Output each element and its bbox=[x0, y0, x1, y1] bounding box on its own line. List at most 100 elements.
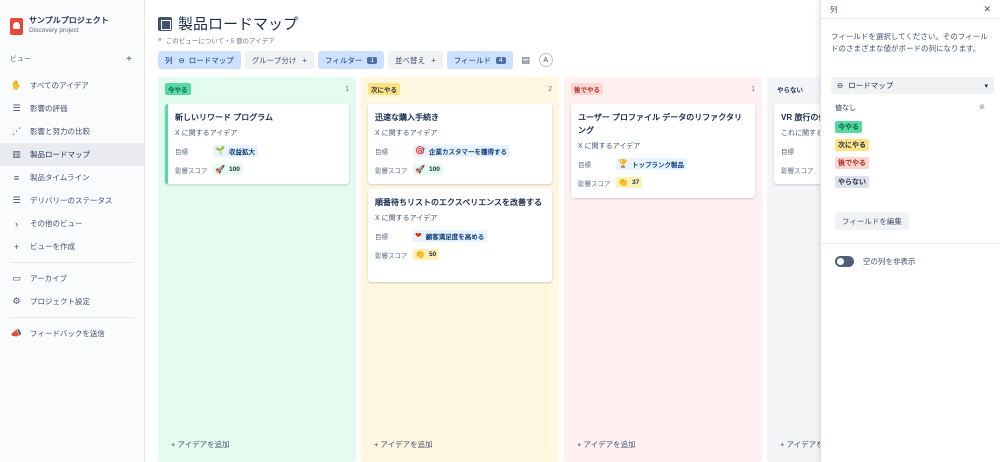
group-by-button[interactable]: グループ分け + bbox=[244, 51, 315, 69]
sidebar-item-impact-vs-effort[interactable]: ⋰ 影響と努力の比較 bbox=[0, 120, 144, 143]
archive-icon: ▭ bbox=[12, 273, 21, 283]
idea-card[interactable]: ユーザー プロファイル データのリファクタリング X に関するアイデア 目標 🏆… bbox=[571, 104, 755, 198]
field-select[interactable]: ⊖ ロードマップ ▾ bbox=[831, 77, 994, 94]
card-subtitle: X に関するアイデア bbox=[375, 215, 438, 222]
board-icon bbox=[158, 16, 172, 31]
board-column-later: 後でやる 1 ユーザー プロファイル データのリファクタリング X に関するアイ… bbox=[564, 77, 762, 462]
idea-card[interactable]: 迅速な購入手続き X に関するアイデア 目標 🎯 企業カスタマーを獲得する 影響ス… bbox=[368, 104, 552, 184]
sidebar-item-feedback[interactable]: 📣 フィードバックを送信 bbox=[0, 322, 144, 345]
column-label-pill: 次にやる bbox=[368, 83, 400, 95]
sidebar-item-other-views[interactable]: › その他のビュー bbox=[0, 212, 144, 235]
goal-label: 目標 bbox=[375, 148, 388, 156]
panel-divider bbox=[821, 243, 1000, 244]
board-column-now: 今やる 1 新しいリワード プログラム X に関するアイデア 目標 🌱 収益拡大 … bbox=[158, 77, 356, 462]
rocket-icon: 🚀 bbox=[215, 165, 225, 174]
column-label-pill: 今やる bbox=[165, 83, 191, 95]
add-view-icon[interactable]: + bbox=[126, 54, 132, 65]
add-idea-button[interactable]: + アイデアを追加 bbox=[374, 439, 433, 450]
goal-tag: 🎯 企業カスタマーを獲得する bbox=[413, 144, 510, 157]
filter-label: フィルター bbox=[325, 55, 363, 65]
timeline-icon: ≡ bbox=[13, 172, 20, 183]
list-icon: ☰ bbox=[12, 103, 21, 113]
sidebar-item-archive[interactable]: ▭ アーカイブ bbox=[0, 267, 144, 290]
hide-empty-columns-toggle[interactable]: 空の列を非表示 bbox=[835, 256, 916, 267]
score-value: 100 bbox=[428, 166, 440, 173]
add-idea-label: アイデアを追加 bbox=[177, 440, 230, 449]
roadmap-icon: ⊖ bbox=[837, 81, 844, 90]
option-next: 次にやる bbox=[835, 139, 869, 151]
close-icon[interactable]: ✕ bbox=[983, 4, 991, 15]
add-idea-label: アイデアを追加 bbox=[786, 440, 820, 449]
idea-card[interactable]: 新しいリワード プログラム X に関するアイデア 目標 🌱 収益拡大 影響スコア … bbox=[165, 104, 349, 184]
option-no-value: 値なし ⊘ bbox=[835, 103, 985, 113]
add-idea-label: アイデアを追加 bbox=[583, 440, 636, 449]
view-info[interactable]: ≡ このビューについて・5 個のアイデア bbox=[158, 35, 275, 46]
add-idea-button[interactable]: + アイデアを追加 bbox=[171, 439, 230, 450]
goal-tag: ❤ 顧客満足度を高める bbox=[413, 229, 488, 242]
group-label: グループ分け bbox=[251, 55, 297, 65]
fields-label: フィールド bbox=[453, 55, 492, 65]
page-title-row: 製品ロードマップ bbox=[158, 13, 298, 34]
card-title: VR 旅行の体 bbox=[781, 113, 820, 122]
filter-button[interactable]: フィルター 1 bbox=[318, 51, 385, 69]
sidebar-divider bbox=[10, 317, 134, 318]
goal-value: 企業カスタマーを獲得する bbox=[428, 148, 507, 156]
goal-label: 目標 bbox=[578, 161, 591, 169]
sidebar-item-impact-assessment[interactable]: ☰ 影響の評価 bbox=[0, 97, 144, 120]
idea-card[interactable]: 順番待ちリストのエクスペリエンスを改善する X に関するアイデア 目標 ❤ 顧客満… bbox=[368, 189, 552, 282]
fields-count-badge: 4 bbox=[496, 56, 506, 64]
toggle-switch[interactable] bbox=[835, 256, 854, 267]
scatter-icon: ⋰ bbox=[12, 126, 21, 136]
auto-refresh-icon[interactable]: A bbox=[538, 53, 553, 67]
toolbar: 列 ⊖ ロードマップ グループ分け + フィルター 1 並べ替え + フィールド… bbox=[158, 51, 557, 69]
sidebar-item-label: 製品タイムライン bbox=[30, 173, 90, 182]
panel-header: 列 ✕ bbox=[821, 0, 1000, 19]
sort-button[interactable]: 並べ替え + bbox=[388, 51, 443, 69]
score-field: 影響スコア 👏 50 bbox=[375, 248, 545, 261]
column-header: 今やる 1 bbox=[165, 83, 349, 95]
goal-value: トップランク製品 bbox=[631, 161, 684, 169]
goal-field: 目標 ❤ 顧客満足度を高める bbox=[375, 229, 545, 242]
sidebar-item-all-ideas[interactable]: ✋ すべてのアイデア bbox=[0, 74, 144, 97]
sidebar-item-label: その他のビュー bbox=[30, 219, 83, 228]
sidebar-item-product-timeline[interactable]: ≡ 製品タイムライン bbox=[0, 166, 144, 189]
option-wont-do: やらない bbox=[835, 176, 869, 188]
board: 今やる 1 新しいリワード プログラム X に関するアイデア 目標 🌱 収益拡大 … bbox=[158, 77, 820, 462]
views-section-label: ビュー bbox=[10, 56, 31, 63]
gear-icon: ⚙ bbox=[12, 296, 21, 306]
idea-card[interactable]: VR 旅行の体 これに関する 目標 影響スコア bbox=[774, 104, 820, 184]
goal-field: 目標 🏆 トップランク製品 bbox=[578, 157, 748, 170]
project-header[interactable]: サンプルプロジェクト Discovery project bbox=[0, 0, 144, 52]
goal-label: 目標 bbox=[375, 233, 388, 241]
goal-field: 目標 bbox=[781, 144, 820, 157]
score-tag: 👏 50 bbox=[413, 249, 440, 260]
sidebar-item-create-view[interactable]: + ビューを作成 bbox=[0, 235, 144, 258]
project-subtitle: Discovery project bbox=[29, 27, 79, 34]
fields-button[interactable]: フィールド 4 bbox=[446, 51, 513, 69]
sidebar-item-product-roadmap[interactable]: ▥ 製品ロードマップ bbox=[0, 143, 144, 166]
column-selector-button[interactable]: 列 ⊖ ロードマップ bbox=[158, 51, 241, 69]
sort-label: 並べ替え bbox=[395, 55, 426, 65]
goal-label: 目標 bbox=[175, 148, 188, 156]
eye-hidden-icon[interactable]: ⊘ bbox=[979, 103, 985, 113]
add-idea-button[interactable]: + アイデアを追加 bbox=[780, 439, 820, 450]
sidebar-item-label: すべてのアイデア bbox=[30, 81, 89, 90]
board-icon: ▥ bbox=[12, 149, 21, 159]
sidebar-item-label: デリバリーのステータス bbox=[30, 196, 113, 205]
heart-icon: ❤ bbox=[415, 231, 422, 240]
trophy-icon: 🏆 bbox=[618, 159, 628, 168]
sprout-icon: 🌱 bbox=[215, 146, 225, 155]
board-column-wont-do: やらない VR 旅行の体 これに関する 目標 影響スコア + アイデアを追加 bbox=[767, 77, 820, 462]
goal-value: 収益拡大 bbox=[228, 148, 255, 156]
column-label-pill: 後でやる bbox=[571, 83, 603, 95]
edit-fields-button[interactable]: フィールドを編集 bbox=[835, 212, 909, 230]
card-title: 順番待ちリストのエクスペリエンスを改善する bbox=[375, 198, 543, 207]
sidebar-item-delivery-status[interactable]: ☰ デリバリーのステータス bbox=[0, 189, 144, 212]
add-idea-button[interactable]: + アイデアを追加 bbox=[577, 439, 636, 450]
view-info-text: このビューについて・5 個のアイデア bbox=[165, 38, 275, 45]
sidebar-item-project-settings[interactable]: ⚙ プロジェクト設定 bbox=[0, 290, 144, 313]
score-label: 影響スコア bbox=[375, 167, 408, 175]
card-layout-icon[interactable]: ▤ bbox=[517, 51, 535, 69]
option-label: 値なし bbox=[835, 105, 856, 112]
sidebar-item-label: ビューを作成 bbox=[30, 242, 75, 251]
